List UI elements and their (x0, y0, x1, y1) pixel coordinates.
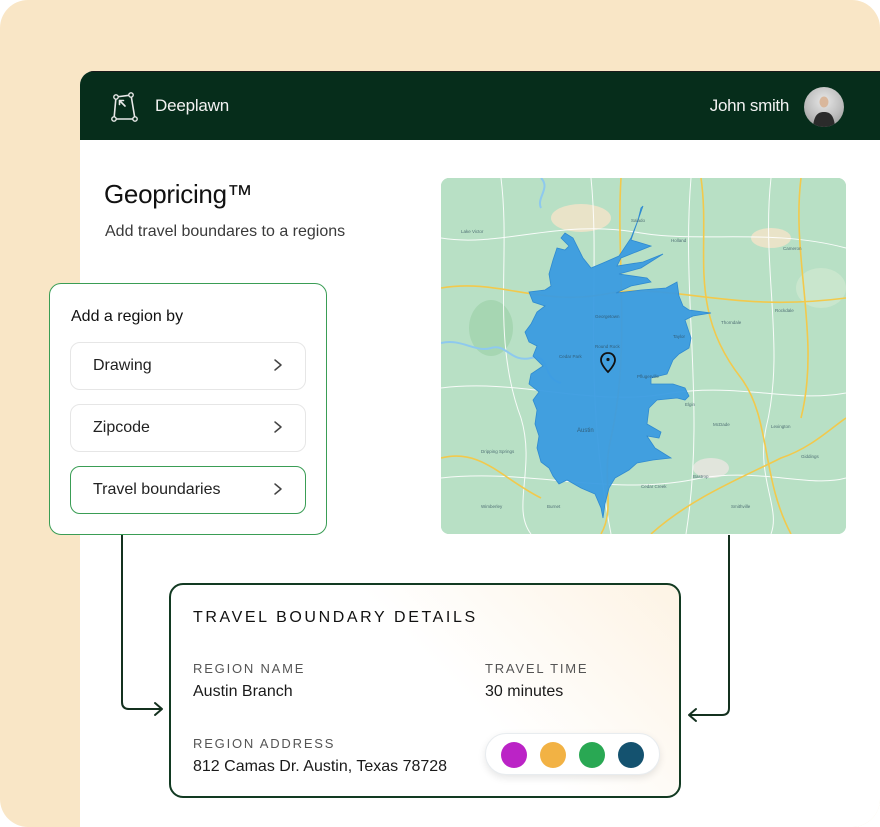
option-travel-boundaries[interactable]: Travel boundaries (70, 466, 306, 514)
chevron-right-icon (274, 483, 282, 495)
user-avatar[interactable] (804, 87, 844, 127)
option-label: Zipcode (93, 419, 150, 436)
map-label-thorndale: Thorndale (721, 320, 742, 325)
page-subtitle: Add travel boundares to a regions (105, 223, 346, 240)
region-name-label: REGION NAME (193, 661, 306, 676)
add-region-heading: Add a region by (71, 308, 184, 325)
map-label-rockdale: Rockdale (775, 308, 794, 313)
map-label-taylor: Taylor (673, 334, 686, 339)
travel-time-label: TRAVEL TIME (485, 661, 589, 676)
page-title: Geopricing™ (104, 179, 253, 209)
map-label-wimberley: Wimberley (481, 504, 503, 509)
travel-time-value: 30 minutes (485, 683, 564, 700)
map-canvas[interactable]: Austin Round Rock Georgetown Cedar Park … (441, 178, 846, 534)
chevron-right-icon (274, 359, 282, 371)
map-label-austin: Austin (577, 428, 594, 434)
chevron-right-icon (274, 421, 282, 433)
map-label-cameron: Cameron (783, 246, 802, 251)
option-drawing[interactable]: Drawing (70, 342, 306, 390)
color-swatch-navy[interactable] (618, 742, 644, 768)
option-zipcode[interactable]: Zipcode (70, 404, 306, 452)
region-name-value: Austin Branch (193, 683, 293, 700)
color-swatch-green[interactable] (579, 742, 605, 768)
map-label-salado: Salado (631, 218, 646, 223)
travel-boundary-map[interactable]: Austin Round Rock Georgetown Cedar Park … (441, 178, 846, 534)
map-label-mcdade: McDade (713, 422, 730, 427)
map-label-giddings: Giddings (801, 454, 820, 459)
map-label-round-rock: Round Rock (595, 344, 621, 349)
option-label: Travel boundaries (93, 481, 221, 498)
map-label-cedar-creek: Cedar Creek (641, 484, 667, 489)
top-navigation-bar: Deeplawn John smith (80, 71, 880, 140)
region-address-label: REGION ADDRESS (193, 736, 336, 751)
map-label-lake-victor: Lake Victor (461, 229, 484, 234)
add-region-card: Add a region by Drawing Zipcode Travel b… (49, 283, 327, 535)
map-label-bastrop: Bastrop (693, 474, 709, 479)
user-name[interactable]: John smith (710, 96, 790, 116)
map-label-georgetown: Georgetown (595, 314, 620, 319)
details-title: TRAVEL BOUNDARY DETAILS (193, 609, 478, 626)
color-swatch-yellow[interactable] (540, 742, 566, 768)
map-label-kyle: Burnet (547, 504, 561, 509)
option-label: Drawing (93, 357, 152, 374)
brand-name[interactable]: Deeplawn (155, 96, 229, 116)
map-label-holland: Holland (671, 238, 687, 243)
map-label-cedar-park: Cedar Park (559, 354, 583, 359)
color-picker (485, 733, 660, 775)
region-address-value: 812 Camas Dr. Austin, Texas 78728 (193, 758, 448, 775)
travel-boundary-details-card: TRAVEL BOUNDARY DETAILS REGION NAME Aust… (169, 583, 681, 798)
map-label-smithville: Smithville (731, 504, 751, 509)
map-label-lexington: Lexington (771, 424, 791, 429)
map-label-elgin: Elgin (685, 402, 696, 407)
map-label-dripping-springs: Dripping Springs (481, 449, 515, 454)
person-icon (813, 96, 835, 127)
color-swatch-purple[interactable] (501, 742, 527, 768)
map-label-pflugerville: Pflugerville (637, 374, 660, 379)
polygon-draw-icon[interactable] (111, 92, 143, 124)
